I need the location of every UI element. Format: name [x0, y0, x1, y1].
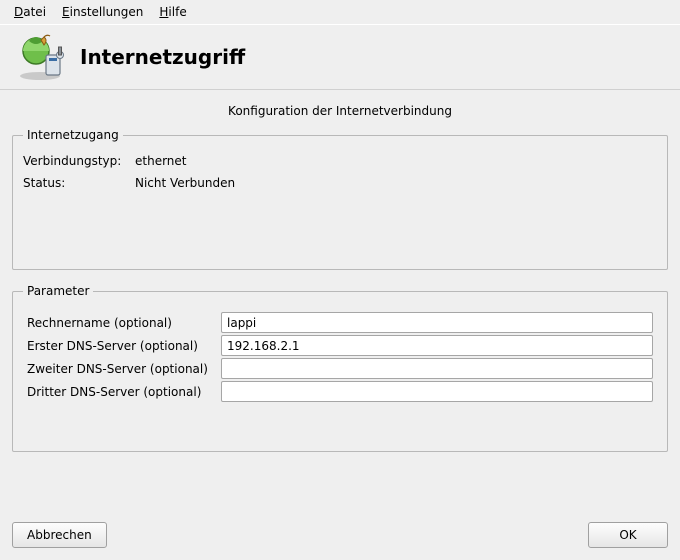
dns2-input[interactable]	[221, 358, 653, 379]
parameter-grid: Rechnername (optional) Erster DNS-Server…	[23, 306, 657, 408]
header: Internetzugriff	[0, 25, 680, 90]
menu-settings[interactable]: Einstellungen	[54, 3, 151, 21]
label-status: Status:	[23, 176, 135, 190]
group-parameter: Parameter Rechnername (optional) Erster …	[12, 284, 668, 452]
row-status: Status: Nicht Verbunden	[23, 172, 657, 194]
label-dns2: Zweiter DNS-Server (optional)	[27, 362, 219, 376]
label-connection-type: Verbindungstyp:	[23, 154, 135, 168]
footer: Abbrechen OK	[0, 512, 680, 560]
label-dns1: Erster DNS-Server (optional)	[27, 339, 219, 353]
hostname-input[interactable]	[221, 312, 653, 333]
row-connection-type: Verbindungstyp: ethernet	[23, 150, 657, 172]
cancel-button[interactable]: Abbrechen	[12, 522, 107, 548]
dns3-input[interactable]	[221, 381, 653, 402]
menu-help[interactable]: Hilfe	[151, 3, 194, 21]
ok-button[interactable]: OK	[588, 522, 668, 548]
group-internet-access: Internetzugang Verbindungstyp: ethernet …	[12, 128, 668, 270]
value-status: Nicht Verbunden	[135, 176, 235, 190]
window: Datei Einstellungen Hilfe Internetzugrif…	[0, 0, 680, 560]
value-connection-type: ethernet	[135, 154, 187, 168]
content-area: Konfiguration der Internetverbindung Int…	[0, 90, 680, 512]
menubar: Datei Einstellungen Hilfe	[0, 0, 680, 25]
page-title: Internetzugriff	[80, 45, 245, 69]
group-internet-legend: Internetzugang	[23, 128, 123, 142]
menu-file[interactable]: Datei	[6, 3, 54, 21]
label-dns3: Dritter DNS-Server (optional)	[27, 385, 219, 399]
label-hostname: Rechnername (optional)	[27, 316, 219, 330]
dns1-input[interactable]	[221, 335, 653, 356]
page-subtitle: Konfiguration der Internetverbindung	[12, 100, 668, 128]
group-parameter-legend: Parameter	[23, 284, 93, 298]
internet-access-icon	[14, 33, 66, 81]
